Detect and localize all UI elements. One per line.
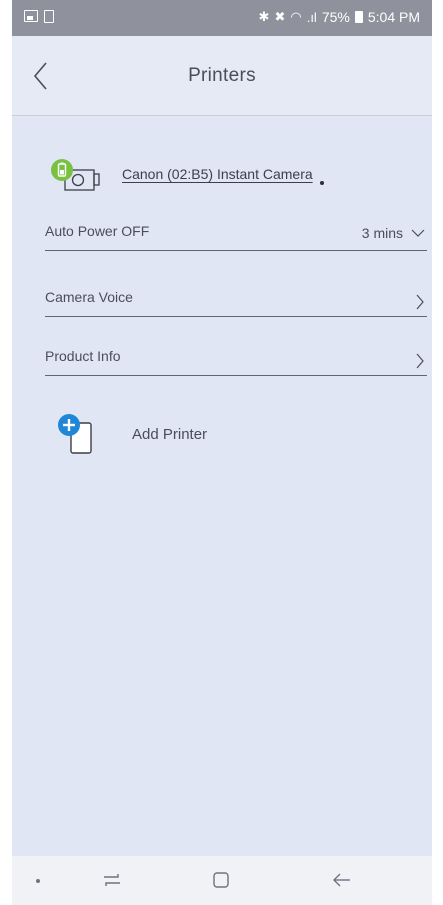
signal-icon: .ıl bbox=[306, 9, 317, 25]
setting-camera-voice[interactable]: Camera Voice bbox=[45, 283, 427, 317]
setting-product-info[interactable]: Product Info bbox=[45, 342, 427, 376]
bluetooth-icon: ✱ bbox=[258, 9, 270, 24]
setting-label: Camera Voice bbox=[45, 289, 133, 305]
phone-screen: ✱ ✖ ◠ .ıl 75% 5:04 PM Printers Canon (02… bbox=[12, 0, 432, 905]
battery-percent: 75% bbox=[321, 9, 350, 25]
camera-icon bbox=[50, 157, 104, 193]
image-notification-icon bbox=[24, 10, 38, 22]
clock: 5:04 PM bbox=[367, 9, 420, 25]
status-bar: ✱ ✖ ◠ .ıl 75% 5:04 PM bbox=[12, 0, 432, 36]
selected-indicator bbox=[320, 181, 324, 185]
printers-content: Canon (02:B5) Instant Camera Auto Power … bbox=[12, 117, 432, 858]
notification-icons bbox=[24, 10, 54, 23]
battery-icon bbox=[354, 11, 363, 23]
vibrate-mute-icon: ✖ bbox=[274, 9, 286, 24]
home-icon[interactable] bbox=[209, 868, 233, 892]
dot-icon bbox=[26, 868, 50, 892]
setting-label: Auto Power OFF bbox=[45, 223, 150, 239]
wifi-icon: ◠ bbox=[290, 9, 302, 24]
recent-apps-icon[interactable] bbox=[100, 868, 124, 892]
setting-auto-power-off[interactable]: Auto Power OFF 3 mins bbox=[45, 217, 427, 251]
printer-item[interactable]: Canon (02:B5) Instant Camera bbox=[50, 157, 313, 193]
document-notification-icon bbox=[44, 10, 54, 23]
add-printer-icon bbox=[57, 413, 101, 455]
status-indicators: ✱ ✖ ◠ .ıl 75% 5:04 PM bbox=[259, 9, 420, 25]
app-header: Printers bbox=[12, 36, 432, 116]
back-icon[interactable] bbox=[330, 868, 354, 892]
setting-label: Product Info bbox=[45, 348, 121, 364]
add-printer-button[interactable]: Add Printer bbox=[57, 413, 207, 455]
system-nav-bar bbox=[12, 856, 432, 905]
page-title: Printers bbox=[188, 65, 256, 86]
chevron-down-icon[interactable] bbox=[411, 228, 425, 238]
add-printer-label: Add Printer bbox=[132, 425, 208, 443]
chevron-right-icon bbox=[416, 353, 424, 369]
chevron-right-icon bbox=[416, 294, 424, 310]
printer-name-link[interactable]: Canon (02:B5) Instant Camera bbox=[122, 166, 313, 182]
setting-value: 3 mins bbox=[361, 225, 403, 241]
